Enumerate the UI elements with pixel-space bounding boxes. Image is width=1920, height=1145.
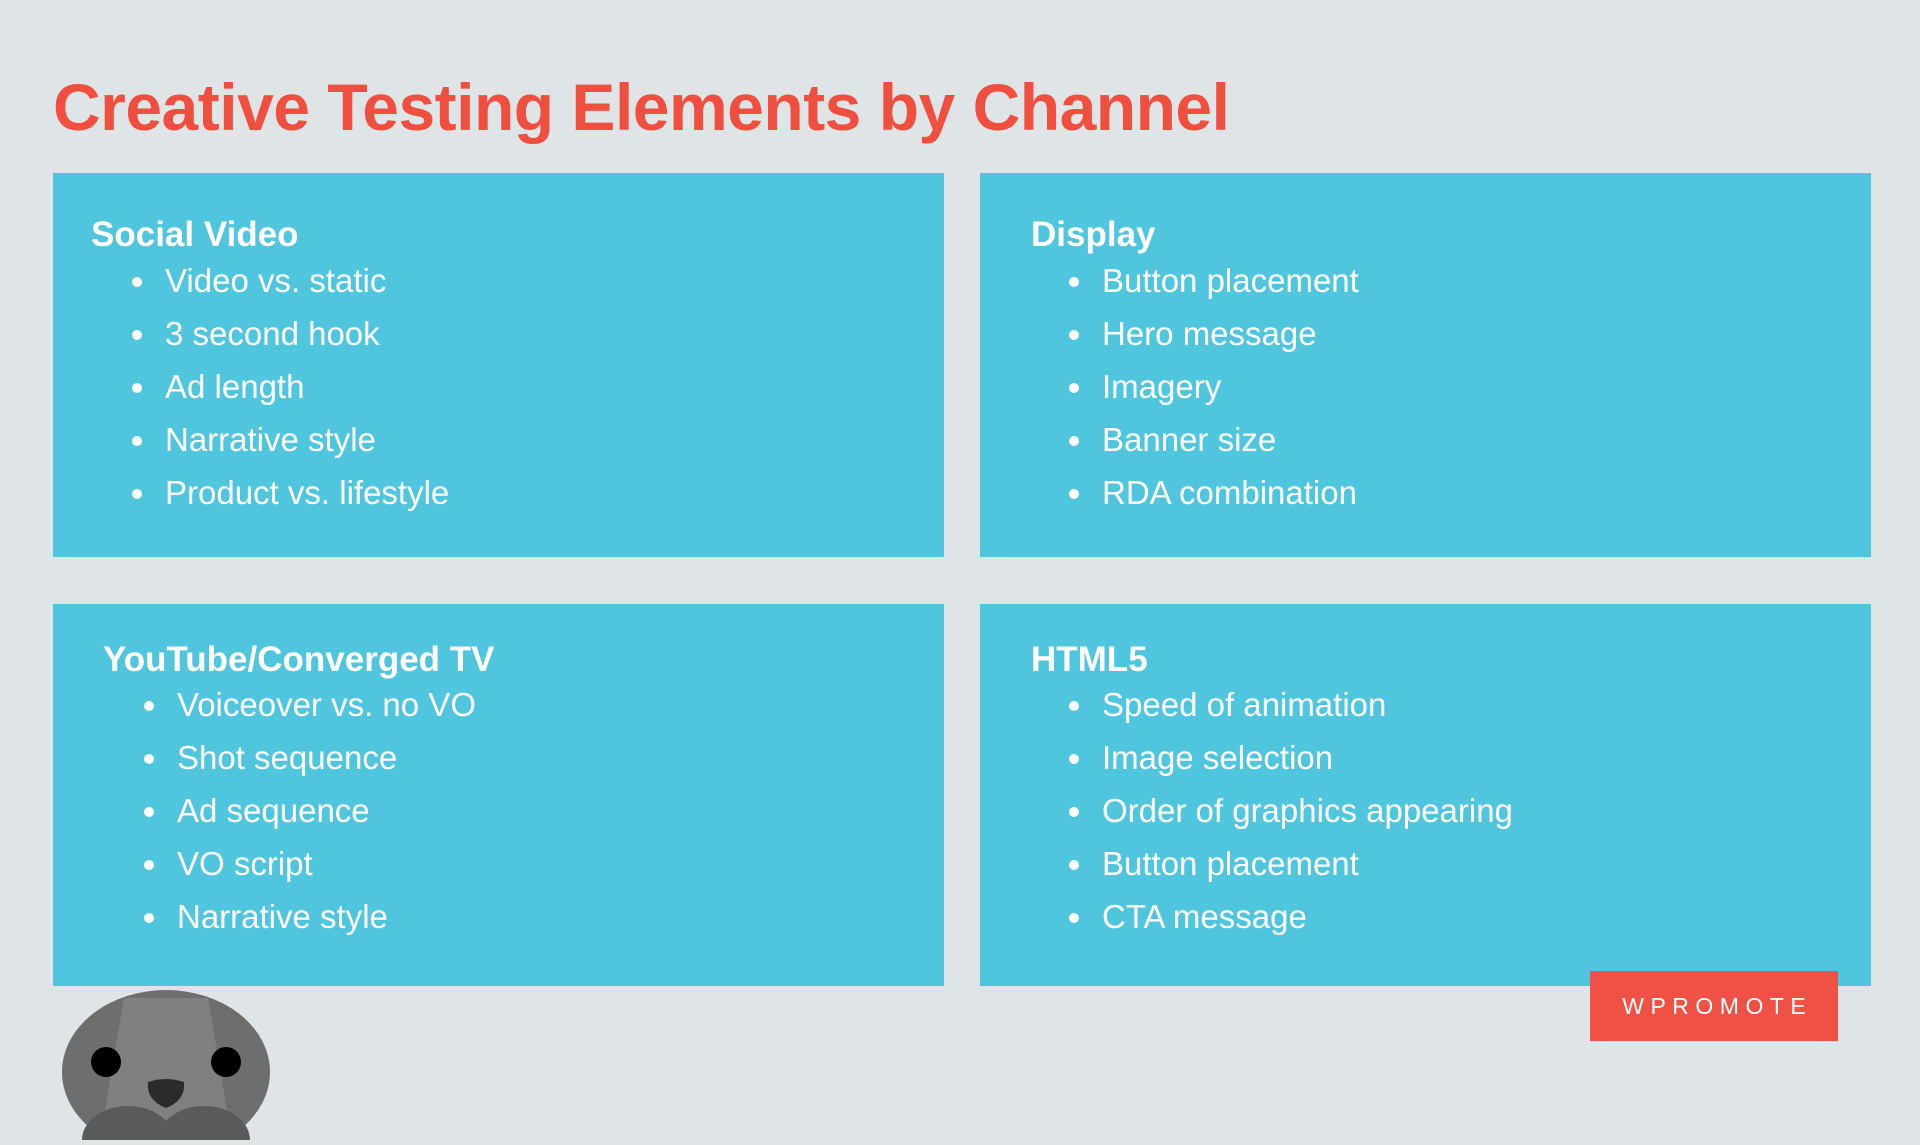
list-item-label: Ad length [165,367,305,405]
list-item-label: Voiceover vs. no VO [177,685,476,723]
bullet-dot-icon [144,859,154,870]
card-heading: YouTube/Converged TV [103,640,495,679]
list-item: Narrative style [141,900,944,933]
list-item: VO script [141,847,944,880]
list-item-label: Speed of animation [1102,685,1387,723]
bullet-dot-icon [1069,753,1079,764]
page-title: Creative Testing Elements by Channel [53,70,1230,145]
bullet-dot-icon [144,912,154,923]
list-item: RDA combination [1066,476,1871,509]
list-item: Speed of animation [1066,688,1871,721]
bullet-dot-icon [1069,806,1079,817]
bullet-dot-icon [1069,488,1079,499]
list-item-label: Imagery [1102,367,1222,405]
list-item: CTA message [1066,900,1871,933]
bullet-dot-icon [132,382,142,393]
channel-card-html5: HTML5 Speed of animation Image selection… [980,604,1871,986]
list-item: Narrative style [129,423,944,456]
list-item-label: Button placement [1102,261,1359,299]
bullet-dot-icon [132,488,142,499]
list-item-label: Image selection [1102,738,1334,776]
card-heading: HTML5 [1031,640,1148,679]
list-item: Ad sequence [141,794,944,827]
list-item-label: CTA message [1102,897,1307,935]
list-item-label: Banner size [1102,420,1277,458]
bullet-dot-icon [144,753,154,764]
bullet-dot-icon [1069,276,1079,287]
bullet-dot-icon [132,329,142,340]
card-heading: Social Video [91,215,299,254]
list-item: Order of graphics appearing [1066,794,1871,827]
list-item-label: 3 second hook [165,314,380,352]
list-item: Product vs. lifestyle [129,476,944,509]
list-item-label: Narrative style [165,420,376,458]
bullet-dot-icon [1069,912,1079,923]
list-item-label: Shot sequence [177,738,398,776]
list-item: Voiceover vs. no VO [141,688,944,721]
list-item: Image selection [1066,741,1871,774]
list-item-label: Narrative style [177,897,388,935]
channel-card-youtube-converged-tv: YouTube/Converged TV Voiceover vs. no VO… [53,604,944,986]
list-item-label: Hero message [1102,314,1317,352]
bullet-dot-icon [144,806,154,817]
bullet-dot-icon [1069,700,1079,711]
list-item-label: VO script [177,844,313,882]
list-item-label: Video vs. static [165,261,387,299]
card-bullet-list: Button placement Hero message Imagery Ba… [1066,264,1871,509]
list-item: Shot sequence [141,741,944,774]
list-item: Button placement [1066,847,1871,880]
wpromote-logo-text: WPROMOTE [1622,992,1813,1019]
card-bullet-list: Voiceover vs. no VO Shot sequence Ad seq… [141,688,944,933]
slide-canvas: Creative Testing Elements by Channel Soc… [0,0,1920,1145]
bullet-dot-icon [1069,859,1079,870]
list-item-label: Product vs. lifestyle [165,473,450,511]
bullet-dot-icon [132,276,142,287]
bullet-dot-icon [1069,329,1079,340]
list-item: Button placement [1066,264,1871,297]
list-item-label: Ad sequence [177,791,370,829]
list-item: Hero message [1066,317,1871,350]
list-item: Video vs. static [129,264,944,297]
wpromote-logo: WPROMOTE [1590,971,1838,1041]
list-item: 3 second hook [129,317,944,350]
card-bullet-list: Speed of animation Image selection Order… [1066,688,1871,933]
list-item: Banner size [1066,423,1871,456]
seal-mascot-icon [62,990,270,1145]
bullet-dot-icon [144,700,154,711]
bullet-dot-icon [132,435,142,446]
channel-card-social-video: Social Video Video vs. static 3 second h… [53,173,944,557]
list-item: Imagery [1066,370,1871,403]
channel-card-display: Display Button placement Hero message Im… [980,173,1871,557]
list-item-label: RDA combination [1102,473,1357,511]
list-item: Ad length [129,370,944,403]
bullet-dot-icon [1069,382,1079,393]
list-item-label: Button placement [1102,844,1359,882]
card-heading: Display [1031,215,1156,254]
bullet-dot-icon [1069,435,1079,446]
list-item-label: Order of graphics appearing [1102,791,1513,829]
card-bullet-list: Video vs. static 3 second hook Ad length… [129,264,944,509]
